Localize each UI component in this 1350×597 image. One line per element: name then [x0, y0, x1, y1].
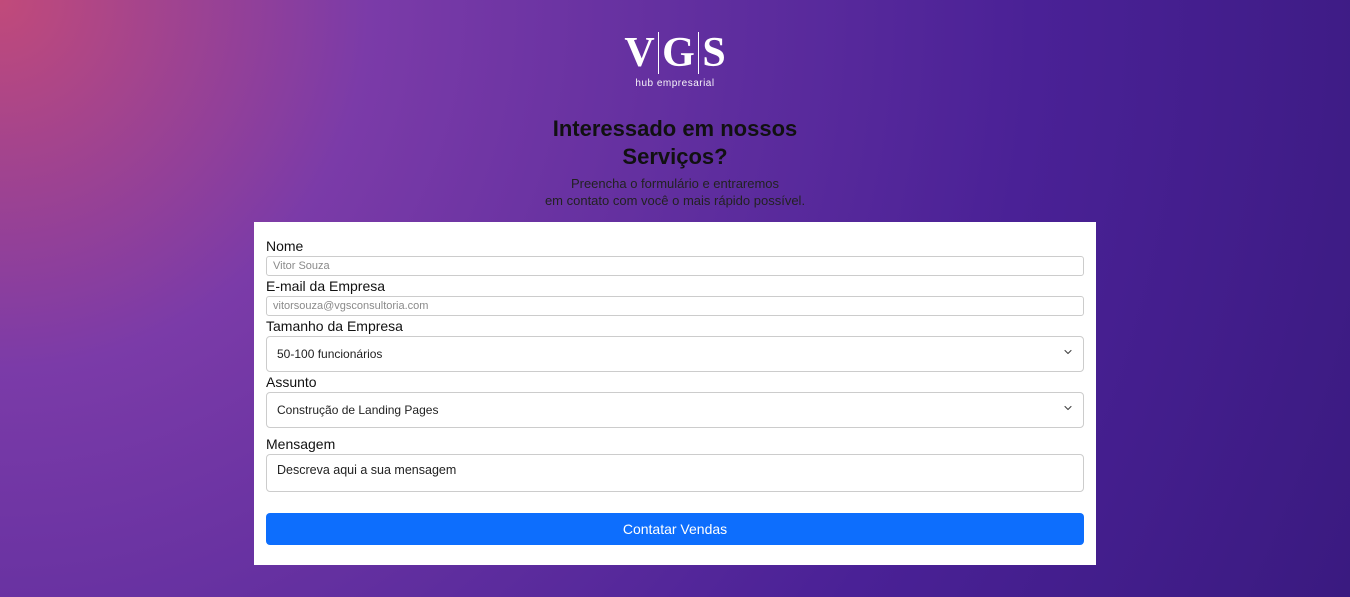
logo-separator	[698, 32, 700, 74]
page-container: V G S hub empresarial Interessado em nos…	[0, 0, 1350, 597]
name-label: Nome	[266, 238, 1084, 254]
logo-letter-g: G	[662, 32, 695, 74]
logo-letters: V G S	[624, 32, 725, 74]
email-label: E-mail da Empresa	[266, 278, 1084, 294]
submit-button[interactable]: Contatar Vendas	[266, 513, 1084, 545]
logo-letter-s: S	[702, 32, 725, 74]
page-subheading: Preencha o formulário e entraremos em co…	[545, 176, 805, 210]
logo-letter-v: V	[624, 32, 654, 74]
message-label: Mensagem	[266, 436, 1084, 452]
form-group-subject: Assunto Construção de Landing Pages	[266, 374, 1084, 428]
message-textarea[interactable]	[266, 454, 1084, 492]
name-input[interactable]	[266, 256, 1084, 276]
heading-line-1: Interessado em nossos	[553, 116, 798, 141]
subject-selected-value: Construção de Landing Pages	[277, 403, 438, 417]
form-group-email: E-mail da Empresa	[266, 278, 1084, 316]
size-label: Tamanho da Empresa	[266, 318, 1084, 334]
contact-form-card: Nome E-mail da Empresa Tamanho da Empres…	[254, 222, 1096, 565]
email-input[interactable]	[266, 296, 1084, 316]
sub-line-1: Preencha o formulário e entraremos	[571, 176, 779, 191]
form-group-name: Nome	[266, 238, 1084, 276]
size-selected-value: 50-100 funcionários	[277, 347, 382, 361]
logo-separator	[658, 32, 660, 74]
size-select[interactable]: 50-100 funcionários	[266, 336, 1084, 372]
subject-select[interactable]: Construção de Landing Pages	[266, 392, 1084, 428]
sub-line-2: em contato com você o mais rápido possív…	[545, 193, 805, 208]
form-group-message: Mensagem	[266, 436, 1084, 497]
form-group-size: Tamanho da Empresa 50-100 funcionários	[266, 318, 1084, 372]
logo-subtitle: hub empresarial	[635, 78, 714, 89]
subject-label: Assunto	[266, 374, 1084, 390]
logo: V G S hub empresarial	[624, 32, 725, 89]
heading-line-2: Serviços?	[622, 144, 727, 169]
page-heading: Interessado em nossos Serviços?	[553, 115, 798, 170]
